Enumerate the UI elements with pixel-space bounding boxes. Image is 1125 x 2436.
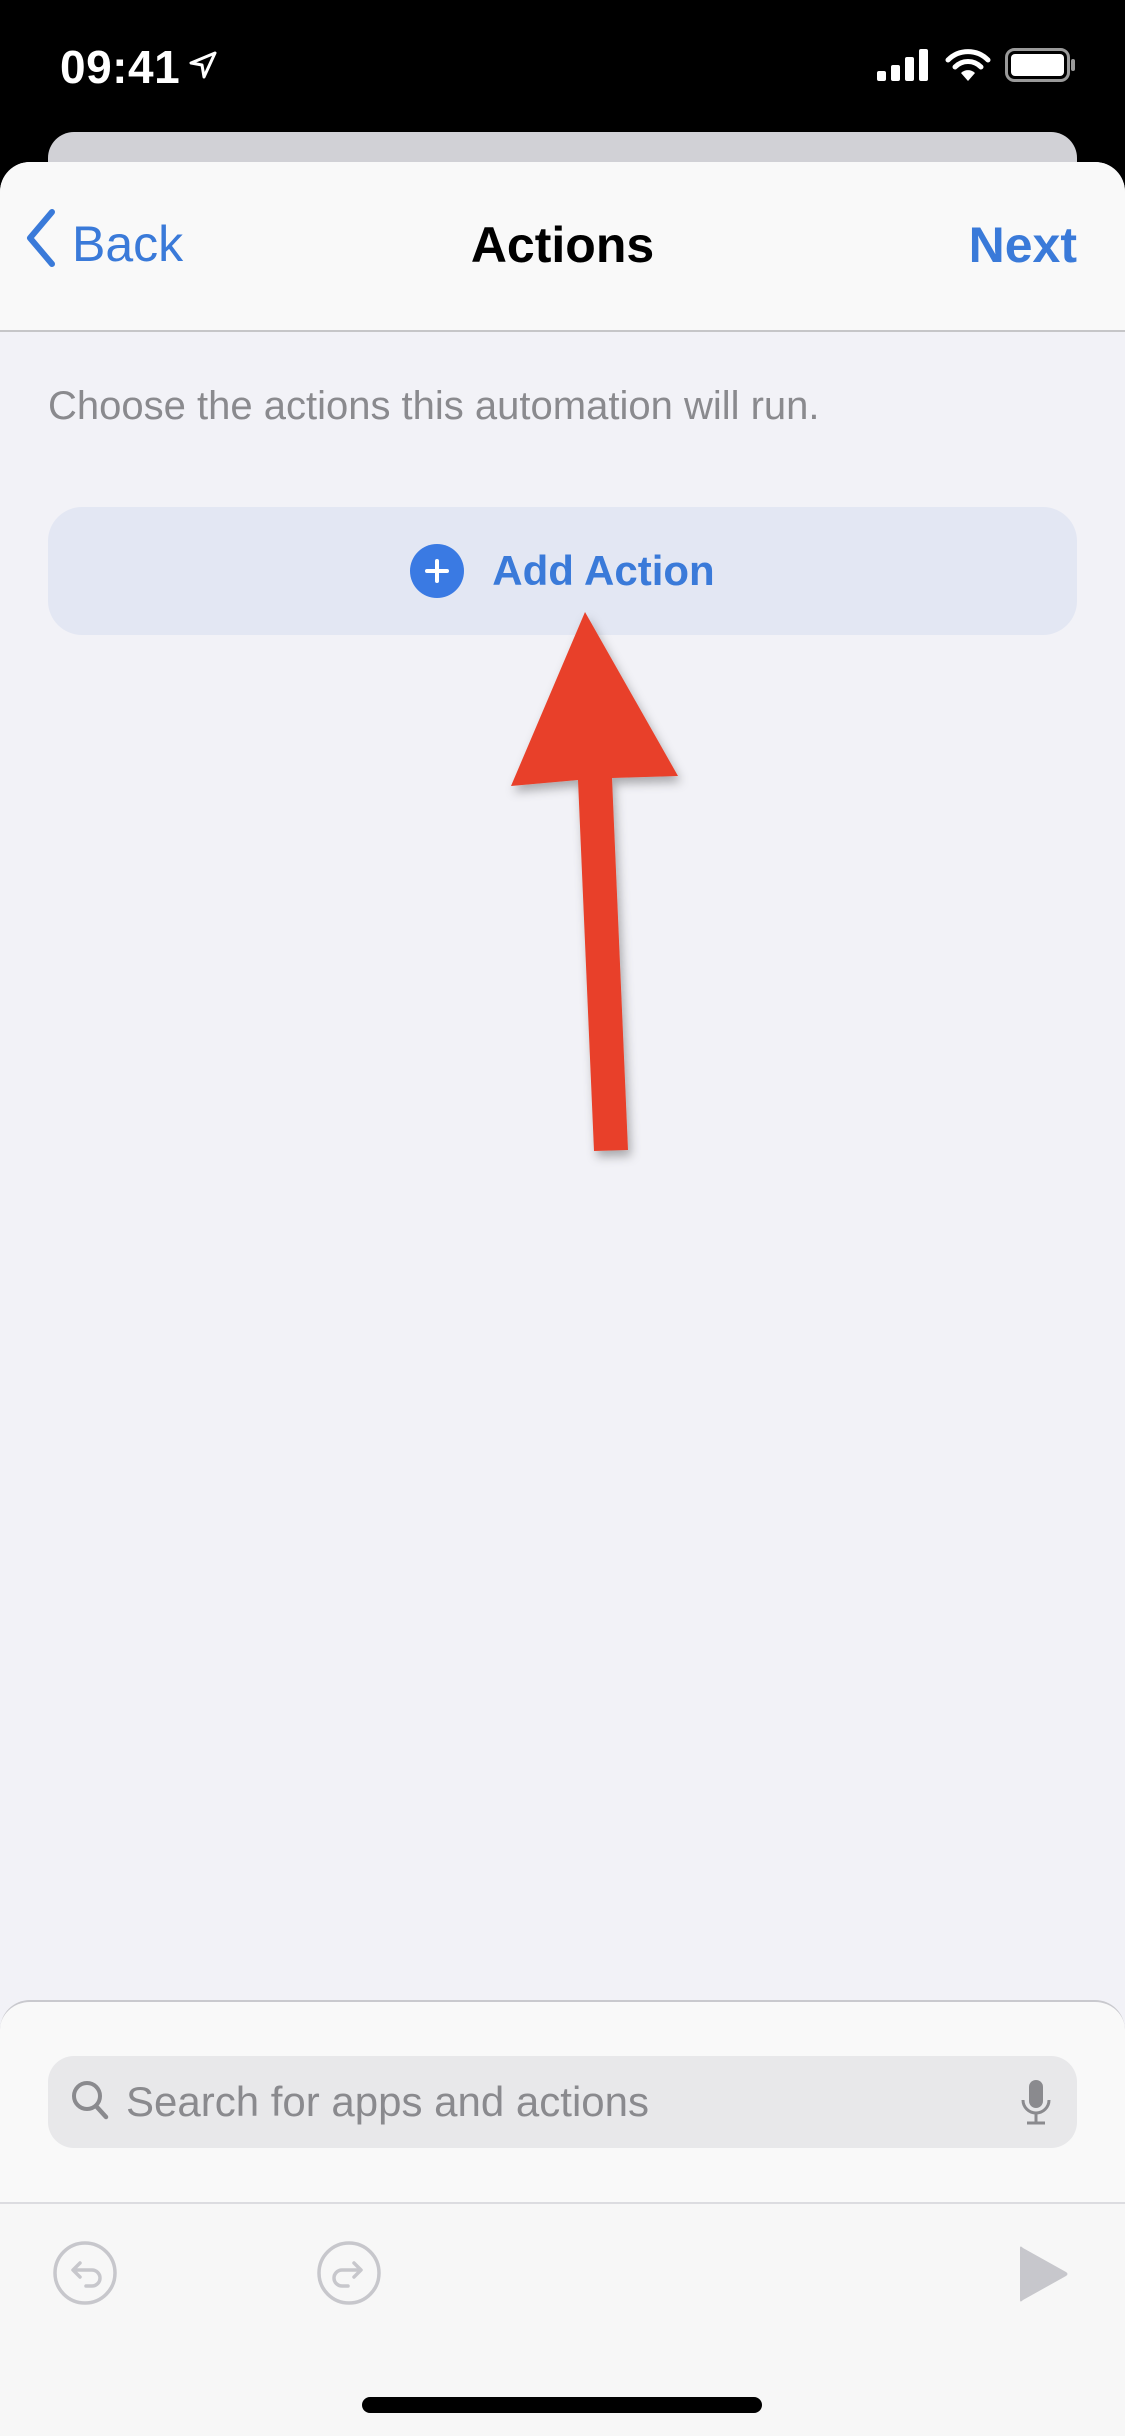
instruction-text: Choose the actions this automation will … xyxy=(48,384,820,428)
play-icon[interactable] xyxy=(1016,2244,1072,2309)
search-field[interactable] xyxy=(48,2056,1077,2148)
battery-icon xyxy=(1005,48,1077,87)
wifi-icon xyxy=(945,48,991,87)
cellular-signal-icon xyxy=(877,49,931,86)
search-input[interactable] xyxy=(124,2077,988,2127)
next-button[interactable]: Next xyxy=(969,216,1077,274)
location-arrow-icon xyxy=(188,50,218,85)
status-bar: 09:41 xyxy=(0,0,1125,135)
redo-icon[interactable] xyxy=(316,2240,382,2311)
plus-circle-icon xyxy=(410,544,465,598)
action-search-panel xyxy=(0,2000,1125,2436)
navigation-bar: Back Actions Next xyxy=(0,162,1125,332)
add-action-label: Add Action xyxy=(492,547,715,594)
add-action-button[interactable]: Add Action xyxy=(48,507,1077,635)
home-indicator[interactable] xyxy=(362,2397,762,2413)
actions-sheet: Back Actions Next Choose the actions thi… xyxy=(0,162,1125,2436)
status-time: 09:41 xyxy=(60,41,181,93)
undo-icon[interactable] xyxy=(52,2240,118,2311)
microphone-icon[interactable] xyxy=(1021,2080,1051,2131)
search-icon xyxy=(70,2079,110,2126)
page-title: Actions xyxy=(470,217,655,273)
